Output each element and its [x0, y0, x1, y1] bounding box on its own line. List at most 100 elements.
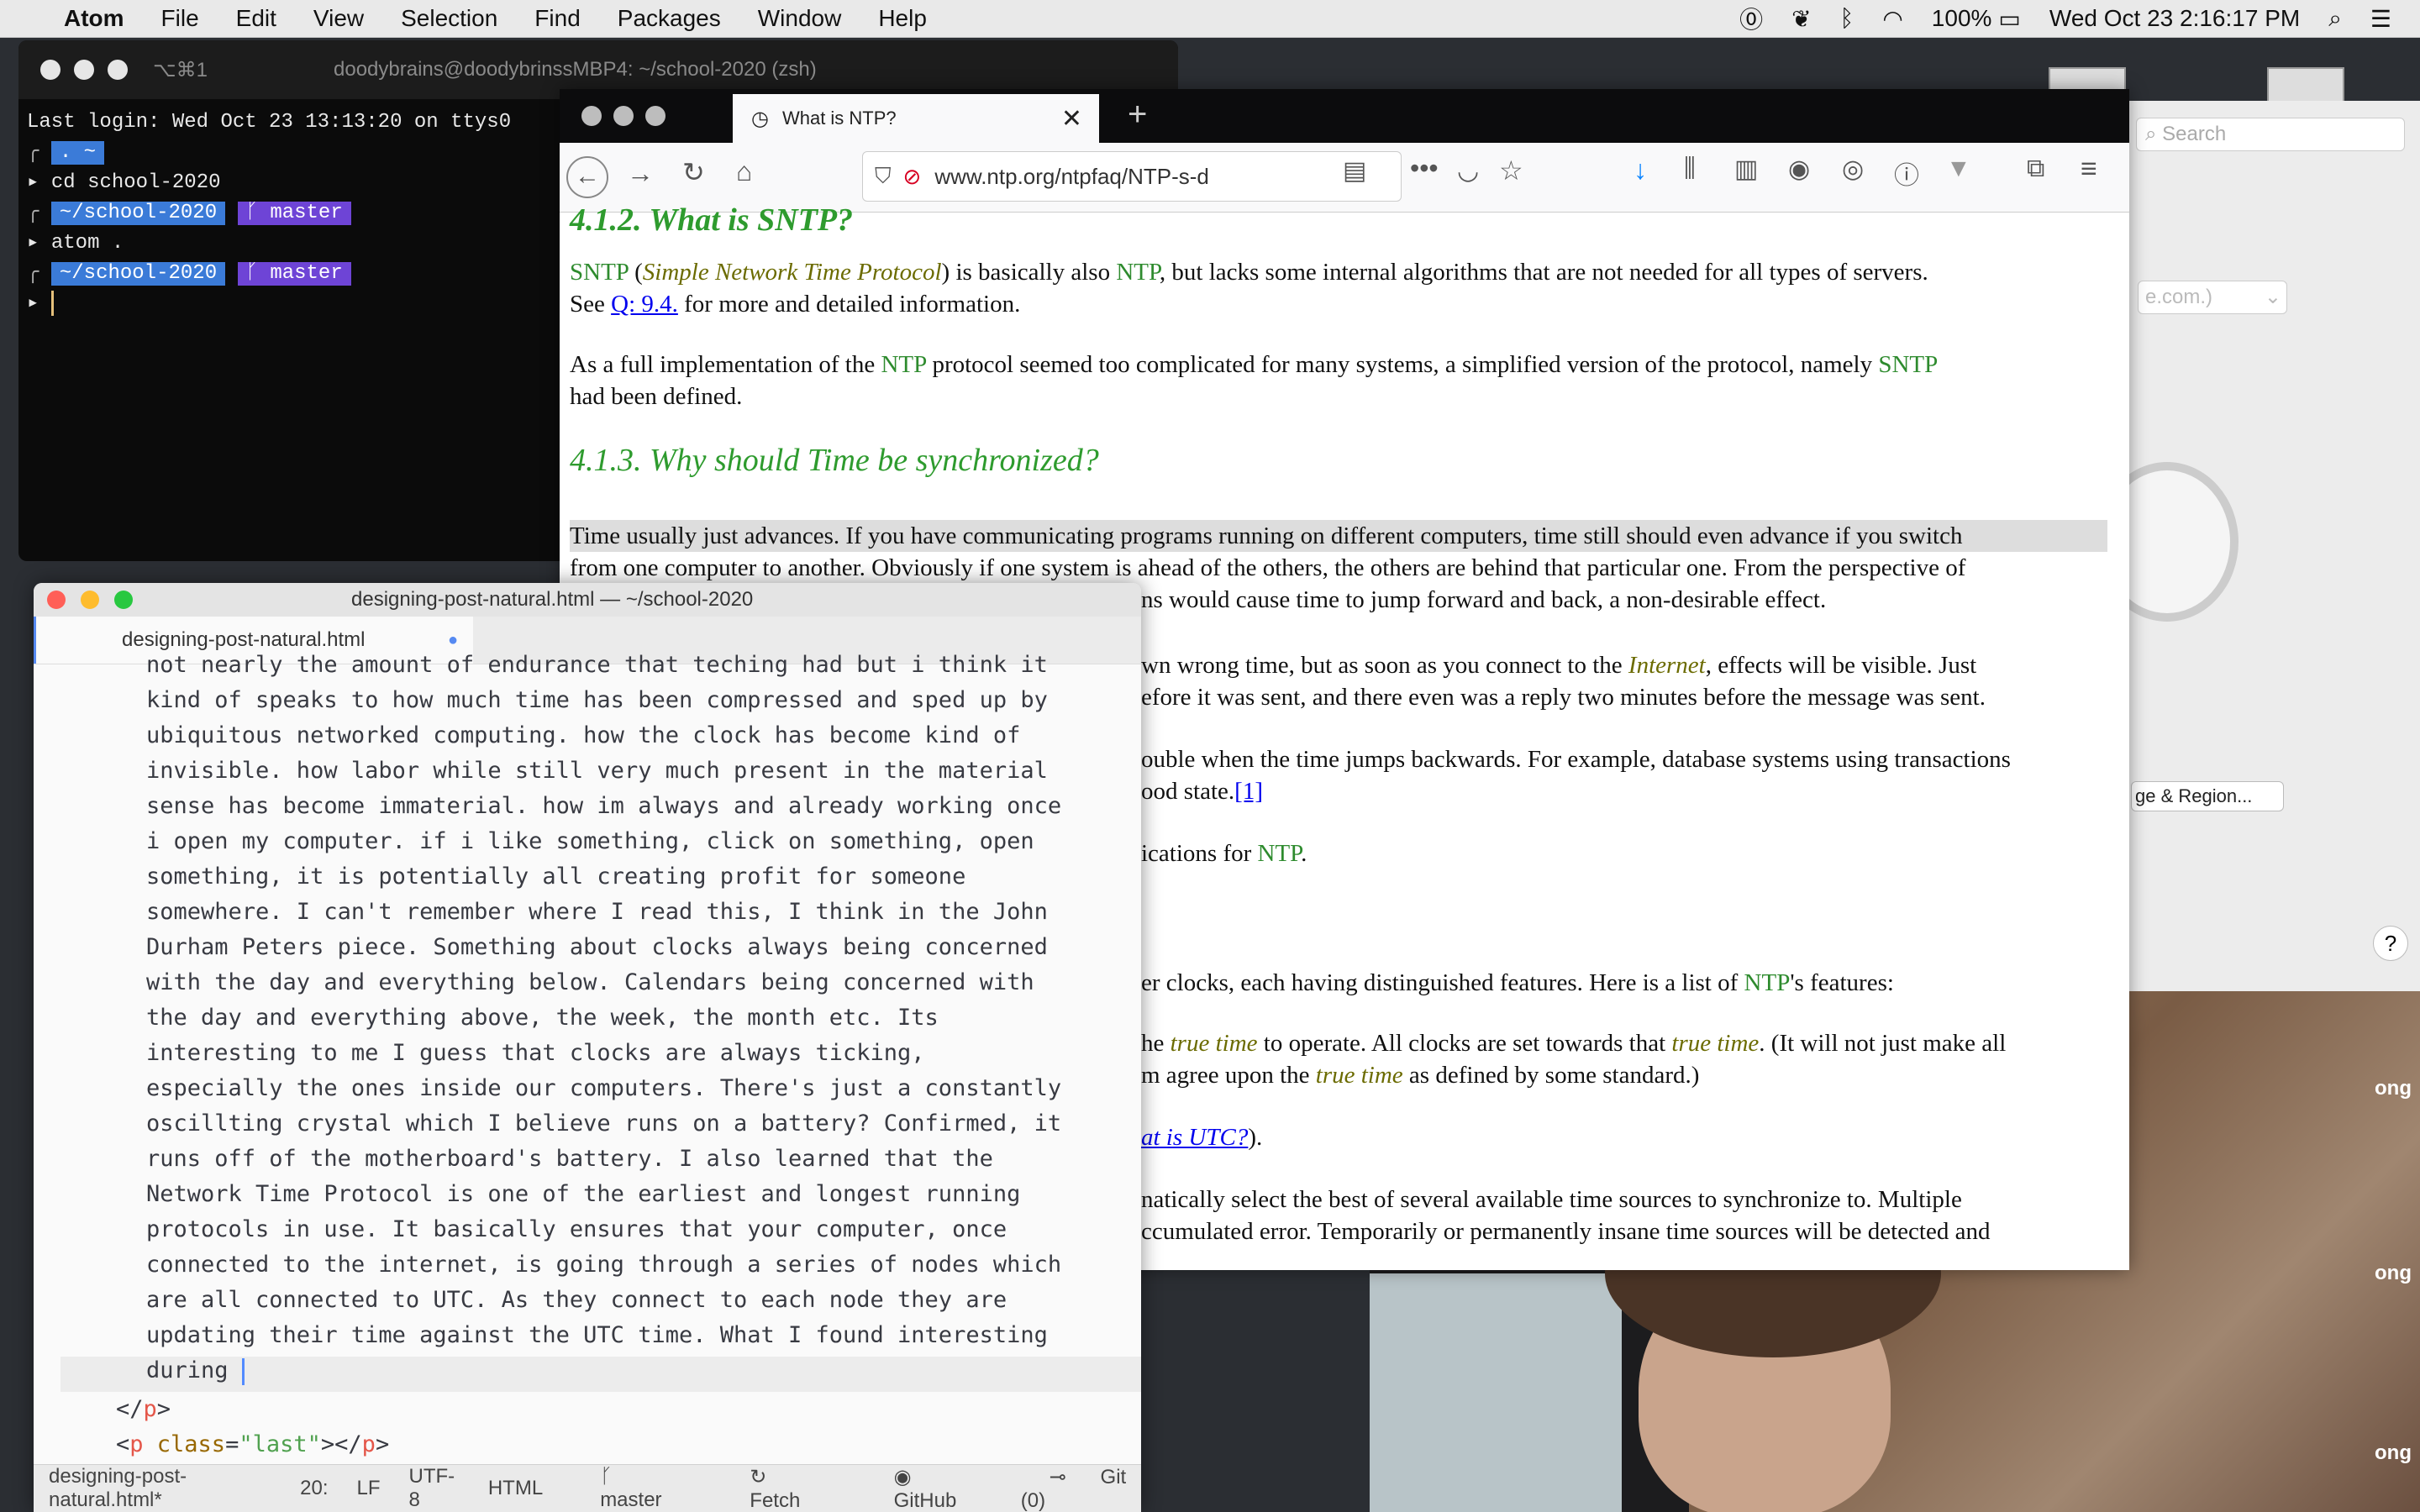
menu-help[interactable]: Help [878, 5, 927, 32]
menu-packages[interactable]: Packages [618, 5, 721, 32]
clock-icon: ◷ [751, 107, 769, 130]
sidebar-icon[interactable]: ▥ [1734, 155, 1758, 184]
atom-titlebar: designing-post-natural.html — ~/school-2… [34, 583, 1141, 617]
minimize-button[interactable] [81, 591, 99, 609]
menu-window[interactable]: Window [758, 5, 842, 32]
git-branch-icon: ᚴ [600, 1465, 613, 1488]
close-button[interactable] [47, 591, 66, 609]
account-icon[interactable]: ◉ [1788, 155, 1810, 184]
extensions-puzzle-icon[interactable]: ⧉ [2027, 155, 2044, 183]
pocket-icon[interactable]: ◡ [1457, 156, 1479, 186]
shield-icon[interactable]: ⛉ [875, 163, 892, 190]
code-line: especially the ones inside our computers… [146, 1075, 1062, 1101]
info-icon[interactable]: ⓘ [1894, 155, 1919, 192]
forward-button[interactable]: → [627, 158, 654, 189]
url-text[interactable]: www.ntp.org/ntpfaq/NTP-s-d [934, 164, 1209, 190]
spotlight-search-icon[interactable]: ⌕ [2328, 5, 2342, 33]
code-editor[interactable]: not nearly the amount of endurance that … [34, 652, 1141, 1457]
menu-view[interactable]: View [313, 5, 364, 32]
code-line: i open my computer. if i like something,… [146, 828, 1034, 854]
menu-app-name[interactable]: Atom [64, 5, 124, 32]
prefs-dropdown[interactable]: e.com.) ⌄ [2138, 281, 2287, 314]
zoom-button[interactable] [114, 591, 133, 609]
wifi-icon[interactable]: ◠ [1882, 5, 1902, 33]
section-heading: 4.1.3. Why should Time be synchronized? [570, 443, 1099, 478]
paragraph: As a full implementation of the NTP prot… [570, 351, 1939, 410]
status-branch[interactable]: ᚴ master [571, 1465, 692, 1512]
menu-selection[interactable]: Selection [401, 5, 497, 32]
close-icon[interactable]: ✕ [1061, 104, 1082, 134]
atom-statusbar: designing-post-natural.html* 20: LF UTF-… [34, 1464, 1141, 1512]
status-line-ending[interactable]: LF [357, 1477, 381, 1500]
button-label: ge & Region... [2135, 785, 2253, 806]
status-github[interactable]: ◉ GitHub [865, 1465, 992, 1512]
paragraph-fragment: ouble when the time jumps backwards. For… [1141, 746, 2011, 805]
reload-button[interactable]: ↻ [682, 156, 705, 188]
language-region-button[interactable]: ge & Region... [2131, 781, 2284, 811]
terminal-shortcut: ⌥⌘1 [153, 58, 208, 81]
home-button[interactable]: ⌂ [736, 156, 752, 187]
github-icon: ◉ [893, 1465, 912, 1488]
faq-link[interactable]: Q: 9.4. [611, 291, 678, 318]
status-encoding[interactable]: UTF-8 [409, 1465, 460, 1512]
terminal-cursor [50, 290, 54, 316]
minimize-button[interactable] [74, 60, 94, 80]
onepassword-icon[interactable]: ⓪ [1739, 2, 1763, 35]
hamburger-menu-icon[interactable]: ≡ [2081, 153, 2097, 186]
firefox-tabbar: ◷ What is NTP? ✕ + [560, 89, 2129, 143]
menu-edit[interactable]: Edit [236, 5, 276, 32]
text-cursor [241, 1357, 245, 1385]
section-heading: 4.1.2. What is SNTP? [570, 202, 854, 238]
notification-center-icon[interactable]: ☰ [2370, 5, 2391, 33]
menu-file[interactable]: File [161, 5, 199, 32]
status-git[interactable]: ⊸ Git (0) [1021, 1465, 1141, 1512]
paragraph-fragment: ns would cause time to jump forward and … [1141, 586, 1827, 613]
paragraph-fragment: natically select the best of several ava… [1141, 1186, 1991, 1245]
close-button[interactable] [40, 60, 60, 80]
help-button[interactable]: ? [2373, 926, 2408, 961]
footnote-link[interactable]: [1] [1234, 778, 1263, 805]
menu-find[interactable]: Find [534, 5, 580, 32]
tab-what-is-ntp[interactable]: ◷ What is NTP? ✕ [733, 94, 1099, 143]
menubar-status-area: ⓪ ❦ ᛒ ◠ 100% ▭ Wed Oct 23 2:16:17 PM ⌕ ☰ [1739, 0, 2420, 37]
close-button[interactable] [581, 106, 602, 126]
status-grammar[interactable]: HTML [488, 1477, 543, 1500]
new-tab-button[interactable]: + [1128, 96, 1147, 134]
status-cursor-position[interactable]: 20: [300, 1477, 328, 1500]
status-file[interactable]: designing-post-natural.html* [49, 1465, 271, 1512]
insecure-lock-icon[interactable]: ⊘ [903, 164, 922, 190]
prompt-dir-segment: ~/school-2020 [50, 202, 226, 225]
reader-view-icon[interactable]: ▤ [1343, 156, 1366, 186]
atom-editor-window: designing-post-natural.html — ~/school-2… [34, 583, 1141, 1512]
code-line: connected to the internet, is going thro… [146, 1252, 1062, 1278]
code-line: kind of speaks to how much time has been… [146, 687, 1048, 713]
tab-title: What is NTP? [781, 108, 897, 129]
bluetooth-icon[interactable]: ᛒ [1840, 5, 1854, 32]
utc-link[interactable]: at is UTC? [1141, 1124, 1248, 1151]
battery-percent[interactable]: 100% [1932, 5, 1992, 32]
status-fetch[interactable]: ↻ Fetch [721, 1465, 836, 1512]
editor-text[interactable]: not nearly the amount of endurance that … [146, 648, 1061, 1389]
library-icon[interactable]: ⫼ [1684, 155, 1696, 183]
back-button[interactable]: ← [566, 156, 608, 198]
search-icon: ⌕ [2145, 123, 2157, 145]
url-bar[interactable]: ⛉ ⊘ www.ntp.org/ntpfaq/NTP-s-d [862, 151, 1402, 202]
battery-icon[interactable]: ▭ [1998, 5, 2020, 33]
chevron-down-icon: ⌄ [2264, 286, 2281, 308]
evernote-icon[interactable]: ❦ [1791, 5, 1811, 33]
minimize-button[interactable] [613, 106, 634, 126]
page-actions-icon[interactable]: ••• [1410, 153, 1439, 184]
dropdown-value: e.com.) [2145, 286, 2213, 308]
prefs-search-field[interactable]: ⌕ Search [2136, 118, 2405, 151]
bookmark-star-icon[interactable]: ☆ [1499, 155, 1523, 186]
download-icon[interactable]: ↓ [1634, 155, 1647, 186]
extension-icon[interactable]: ◎ [1842, 155, 1864, 184]
menubar-clock[interactable]: Wed Oct 23 2:16:17 PM [2049, 5, 2300, 32]
zoom-button[interactable] [108, 60, 128, 80]
vue-devtools-icon[interactable]: ▼ [1946, 155, 1971, 183]
zoom-button[interactable] [645, 106, 666, 126]
desktop-thumbnail[interactable] [2267, 67, 2344, 104]
prompt-branch-segment: ᚴ master [237, 262, 351, 286]
system-preferences-window: ⌕ Search e.com.) ⌄ ge & Region... ? [2096, 101, 2420, 991]
code-line: updating their time against the UTC time… [146, 1322, 1048, 1348]
